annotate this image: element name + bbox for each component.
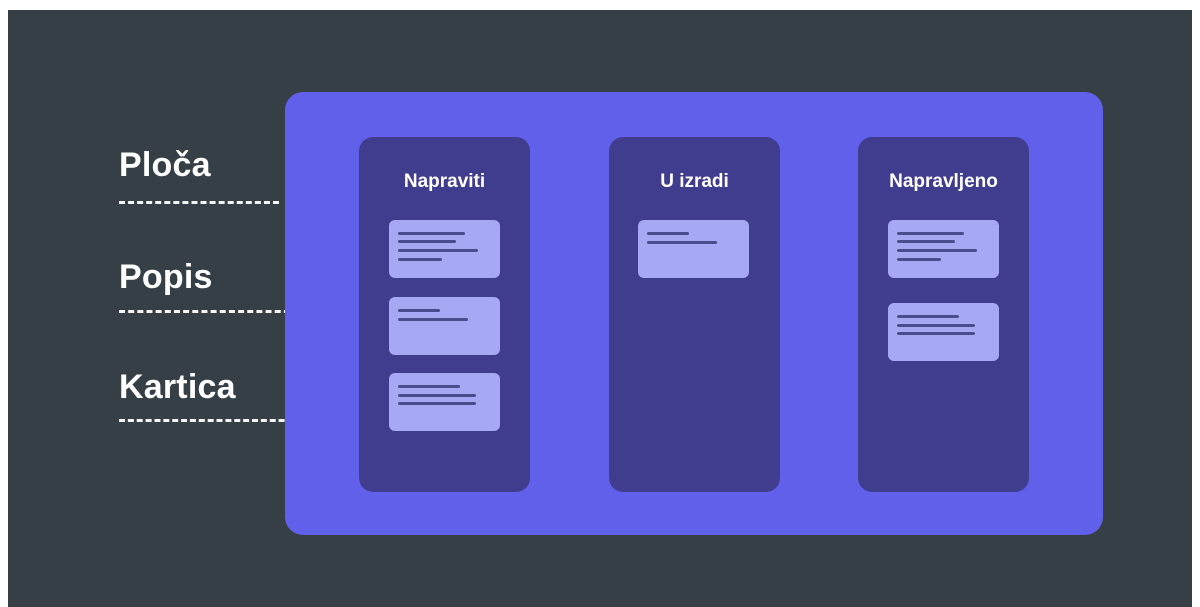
list-u-izradi: U izradi — [609, 137, 780, 492]
card-text-line — [398, 240, 456, 243]
card-text-line — [897, 324, 975, 327]
card-text-line — [398, 232, 465, 235]
card — [888, 303, 999, 361]
card-label: Kartica — [119, 368, 236, 406]
card-text-line — [398, 402, 476, 405]
card-text-line — [897, 249, 977, 252]
card — [888, 220, 999, 278]
card-text-line — [398, 318, 468, 321]
card-text-line — [897, 240, 955, 243]
list-napraviti: Napraviti — [359, 137, 530, 492]
card-text-line — [897, 232, 964, 235]
card-text-line — [398, 394, 476, 397]
card — [389, 220, 500, 278]
card-text-line — [398, 385, 460, 388]
card — [389, 297, 500, 355]
board-pointer-line — [119, 201, 279, 204]
list-title: Napraviti — [403, 171, 486, 192]
card — [389, 373, 500, 431]
card-text-line — [897, 332, 975, 335]
card-text-line — [398, 258, 442, 261]
card-text-line — [398, 249, 478, 252]
card-text-line — [897, 315, 959, 318]
card — [638, 220, 749, 278]
card-text-line — [647, 241, 717, 244]
card-text-line — [897, 258, 941, 261]
list-title: U izradi — [660, 171, 729, 192]
card-text-line — [647, 232, 689, 235]
card-text-line — [398, 309, 440, 312]
list-napravljeno: Napravljeno — [858, 137, 1029, 492]
list-title: Napravljeno — [889, 171, 998, 192]
board-label: Ploča — [119, 146, 211, 184]
list-label: Popis — [119, 258, 213, 296]
